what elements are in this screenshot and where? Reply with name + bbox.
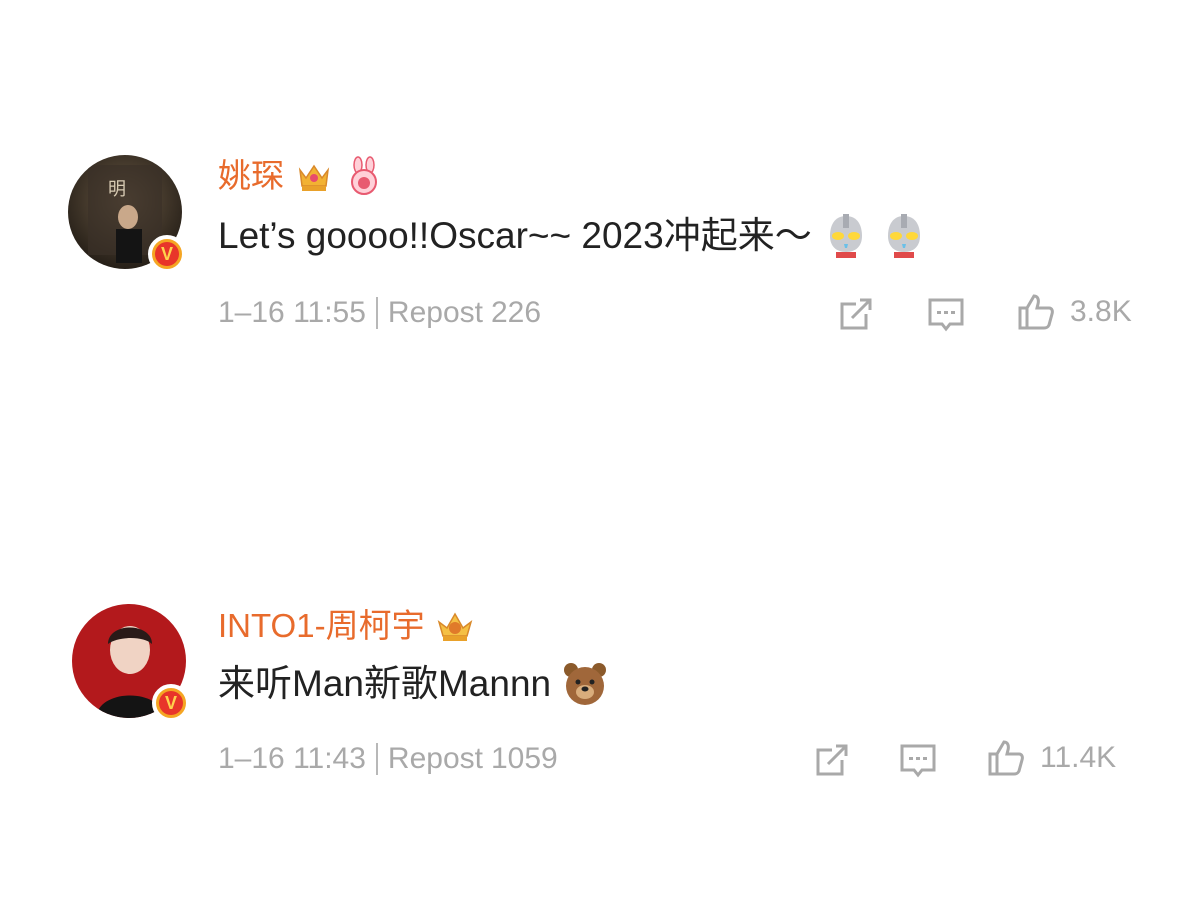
- share-icon: [816, 744, 848, 776]
- rabbit-badge-icon: [351, 156, 377, 195]
- verified-badge-icon: V: [148, 235, 186, 273]
- comment-icon: [928, 298, 964, 332]
- like-count: 3.8K: [1070, 295, 1132, 328]
- avatar[interactable]: V: [72, 604, 190, 722]
- post-text: Let’s goooo!!Oscar~~ 2023冲起来～: [218, 215, 812, 256]
- divider: [375, 743, 378, 775]
- post-time: 1–16 11:43: [218, 742, 366, 775]
- like-button[interactable]: 11.4K: [986, 738, 1116, 778]
- author-name[interactable]: 姚琛: [218, 156, 284, 196]
- svg-text:明: 明: [108, 179, 126, 200]
- thumbs-up-icon: [1018, 294, 1054, 330]
- post-time: 1–16 11:55: [218, 296, 366, 329]
- repost-count: 1059: [490, 742, 558, 775]
- share-button[interactable]: [836, 294, 876, 334]
- avatar[interactable]: 明 V: [68, 155, 186, 273]
- repost-label: Repost: [387, 296, 483, 329]
- comment-button[interactable]: [926, 294, 966, 334]
- repost-count: 226: [490, 296, 542, 329]
- post-text: 来听Man新歌Mannn: [218, 663, 552, 704]
- share-icon: [840, 298, 872, 330]
- verified-badge-icon: V: [152, 684, 190, 722]
- comment-icon: [900, 744, 936, 778]
- like-button[interactable]: 3.8K: [1016, 292, 1132, 332]
- crown-badge-icon: [298, 164, 330, 191]
- bear-emoji: [564, 663, 607, 705]
- share-button[interactable]: [812, 740, 852, 780]
- ultraman-emoji: [829, 214, 862, 258]
- thumbs-up-icon: [988, 740, 1024, 776]
- crown-badge-icon: [437, 612, 472, 641]
- comment-button[interactable]: [898, 740, 938, 780]
- repost-label: Repost: [387, 742, 483, 775]
- author-name[interactable]: INTO1-周柯宇: [218, 606, 425, 646]
- like-count: 11.4K: [1040, 741, 1117, 774]
- divider: [375, 297, 378, 329]
- ultraman-emoji: [887, 214, 920, 258]
